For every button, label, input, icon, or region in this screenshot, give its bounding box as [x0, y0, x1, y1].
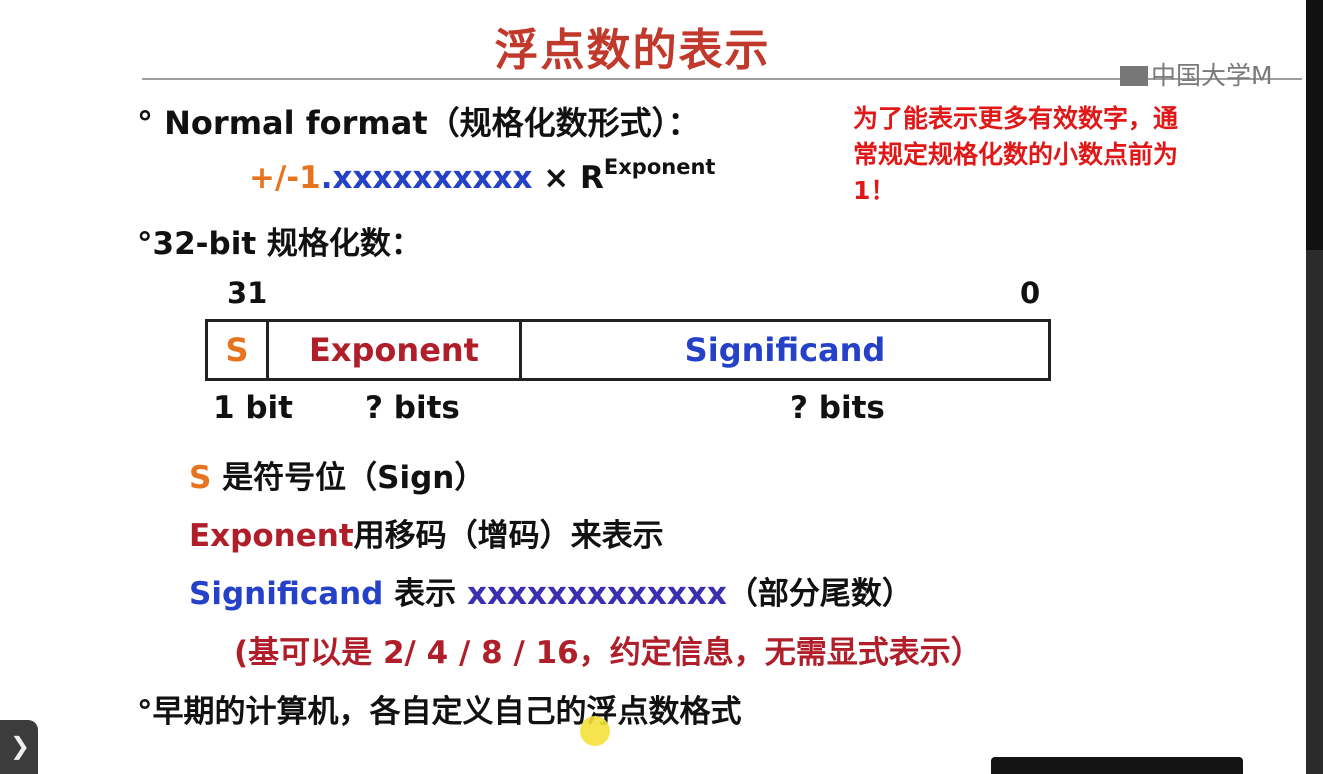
significand-term: Significand: [189, 576, 384, 612]
sign-text: 是符号位（Sign）: [211, 460, 486, 496]
video-control-bar[interactable]: [991, 757, 1243, 774]
logo-icon: [1120, 66, 1148, 86]
formula-sign: +/-1: [249, 160, 321, 196]
watermark: 中国大学M: [1120, 56, 1273, 92]
field-sign: S: [208, 322, 269, 378]
mouse-pointer-icon: [580, 716, 610, 746]
prev-button[interactable]: ❯: [0, 720, 38, 774]
low-bit-label: 0: [1020, 276, 1041, 310]
formula-mantissa: .xxxxxxxxxx: [320, 160, 533, 196]
significand-x: xxxxxxxxxxxxx: [466, 576, 727, 612]
field-exponent: Exponent: [269, 322, 522, 378]
bit32-heading: °32-bit 规格化数：: [137, 226, 422, 262]
scrollbar-thumb[interactable]: [1306, 0, 1323, 250]
slide-title: 浮点数的表示: [494, 25, 771, 76]
formula-times: × R: [532, 160, 604, 196]
significand-text: （部分尾数）: [726, 576, 913, 612]
normal-format-line: ° Normal format（规格化数形式）：: [137, 98, 700, 144]
watermark-text: 中国大学M: [1151, 61, 1273, 90]
exponent-text: 用移码（增码）来表示: [353, 518, 664, 554]
significand-width-label: ? bits: [790, 390, 885, 426]
red-note: 为了能表示更多有效数字，通常规定规格化数的小数点前为1！: [853, 104, 1179, 205]
exponent-description: Exponent用移码（增码）来表示: [189, 510, 664, 555]
high-bit-label: 31: [227, 276, 268, 310]
exponent-width-label: ? bits: [365, 390, 460, 426]
sign-term: S: [189, 460, 212, 496]
formula-exponent: Exponent: [603, 155, 716, 179]
bullet: °: [137, 104, 153, 142]
normal-format-text: Normal format（规格化数形式）：: [164, 104, 700, 142]
formula: +/-1.xxxxxxxxxx × RExponent: [249, 155, 715, 196]
base-note: (基可以是 2/ 4 / 8 / 16，约定信息，无需显式表示）: [234, 635, 982, 671]
sign-description: S 是符号位（Sign）: [189, 452, 485, 497]
chevron-right-icon: ❯: [10, 732, 31, 760]
exponent-term: Exponent: [189, 518, 354, 554]
early-computers-line: °早期的计算机，各自定义自己的浮点数格式: [137, 694, 742, 730]
significand-description: Significand 表示 xxxxxxxxxxxxx（部分尾数）: [189, 568, 913, 613]
significand-mid: 表示: [383, 576, 467, 612]
field-significand: Significand: [684, 331, 886, 369]
float-format-diagram: S Exponent Significand: [205, 319, 1051, 381]
sign-width-label: 1 bit: [213, 390, 293, 426]
